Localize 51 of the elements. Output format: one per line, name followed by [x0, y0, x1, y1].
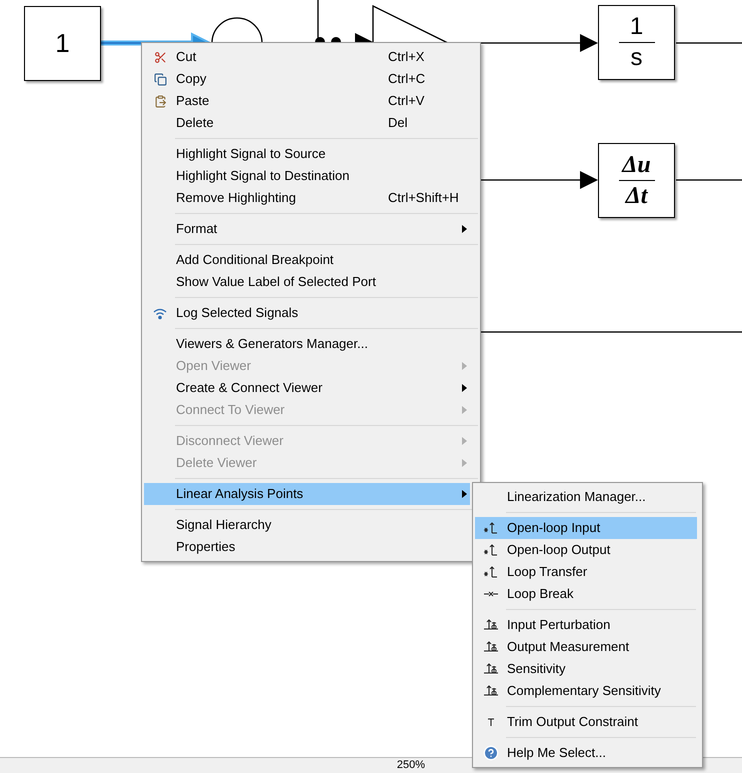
- menu-item[interactable]: Add Conditional Breakpoint: [144, 249, 470, 271]
- block-numerator: 1: [630, 14, 644, 40]
- menu-item[interactable]: Highlight Signal to Source: [144, 143, 470, 165]
- analysis-point-icon: [483, 566, 499, 578]
- menu-item[interactable]: Loop Break: [475, 583, 697, 605]
- block-numerator: Δu: [622, 152, 651, 178]
- shortcut-label: Del: [388, 114, 408, 132]
- menu-item[interactable]: Log Selected Signals: [144, 302, 470, 324]
- menu-item[interactable]: Delete Del: [144, 112, 470, 134]
- menu-item[interactable]: Open-loop Output: [475, 539, 697, 561]
- menu-item[interactable]: Help Me Select...: [475, 742, 697, 764]
- shortcut-label: Ctrl+X: [388, 48, 424, 66]
- analysis-point-icon: [483, 685, 499, 697]
- menu-item[interactable]: Linear Analysis Points: [144, 483, 470, 505]
- shortcut-label: Ctrl+V: [388, 92, 424, 110]
- menu-item[interactable]: Input Perturbation: [475, 614, 697, 636]
- menu-item[interactable]: Copy Ctrl+C: [144, 68, 470, 90]
- help-icon: [483, 745, 499, 761]
- menu-item[interactable]: Show Value Label of Selected Port: [144, 271, 470, 293]
- signal-log-icon: [153, 306, 167, 320]
- menu-item[interactable]: Output Measurement: [475, 636, 697, 658]
- menu-item[interactable]: Trim Output Constraint: [475, 711, 697, 733]
- analysis-point-icon: [483, 641, 499, 653]
- analysis-point-icon: [483, 663, 499, 675]
- scissors-icon: [154, 50, 166, 64]
- menu-item[interactable]: Linearization Manager...: [475, 486, 697, 508]
- menu-item[interactable]: Viewers & Generators Manager...: [144, 333, 470, 355]
- analysis-point-icon: [483, 522, 499, 534]
- shortcut-label: Ctrl+Shift+H: [388, 189, 459, 208]
- menu-item[interactable]: Complementary Sensitivity: [475, 680, 697, 702]
- menu-item[interactable]: Cut Ctrl+X: [144, 46, 470, 68]
- copy-icon: [154, 72, 166, 86]
- zoom-level: 250%: [396, 758, 426, 773]
- block-denominator: Δt: [626, 183, 648, 210]
- menu-item[interactable]: Loop Transfer: [475, 561, 697, 583]
- analysis-point-icon: [483, 619, 499, 631]
- menu-item[interactable]: Open-loop Input: [475, 517, 697, 539]
- menu-item[interactable]: Paste Ctrl+V: [144, 90, 470, 112]
- menu-item[interactable]: Format: [144, 218, 470, 240]
- menu-item[interactable]: Signal Hierarchy: [144, 514, 470, 536]
- block-label: 1: [55, 27, 70, 60]
- analysis-point-icon: [483, 544, 499, 556]
- paste-icon: [154, 94, 166, 108]
- menu-item[interactable]: Remove Highlighting Ctrl+Shift+H: [144, 187, 470, 209]
- menu-item[interactable]: Highlight Signal to Destination: [144, 165, 470, 187]
- shortcut-label: Ctrl+C: [388, 70, 426, 88]
- block-denominator: s: [630, 45, 642, 72]
- menu-item[interactable]: Sensitivity: [475, 658, 697, 680]
- menu-item[interactable]: Create & Connect Viewer: [144, 377, 470, 399]
- menu-item[interactable]: Properties: [144, 536, 470, 558]
- trim-marker-icon: [487, 718, 495, 726]
